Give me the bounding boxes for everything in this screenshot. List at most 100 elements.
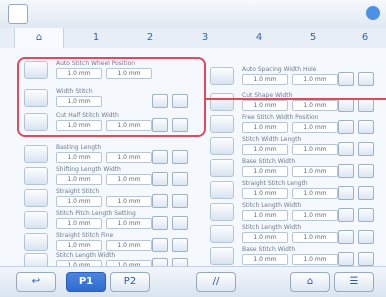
settings-button[interactable] (338, 164, 354, 178)
tab-3[interactable]: 3 (181, 28, 229, 48)
value-field[interactable]: 1.0 mm (292, 100, 338, 111)
settings-button[interactable] (152, 194, 168, 208)
settings-icon[interactable] (8, 4, 28, 24)
highlight-connector (206, 98, 386, 100)
image-button[interactable] (358, 164, 374, 178)
tab-home[interactable]: ⌂ (14, 28, 64, 48)
value-field[interactable]: 1.0 mm (292, 210, 338, 221)
value-field[interactable]: 1.0 mm (242, 210, 288, 221)
value-field[interactable]: 1.0 mm (242, 254, 288, 265)
page-1-button[interactable]: P1 (66, 272, 106, 292)
image-button[interactable] (358, 252, 374, 266)
settings-button[interactable] (338, 230, 354, 244)
value-field[interactable]: 1.0 mm (292, 122, 338, 133)
item-title: Auto Spacing Width Hole (242, 66, 317, 73)
setting-icon (24, 211, 48, 229)
tab-4[interactable]: 4 (235, 28, 283, 48)
setting-icon (210, 181, 234, 199)
setting-icon (210, 67, 234, 85)
settings-button[interactable] (152, 216, 168, 230)
value-field[interactable]: 1.0 mm (106, 196, 152, 207)
left-item-7: Straight Stitch Fine 1.0 mm 1.0 mm (24, 232, 194, 252)
tab-5[interactable]: 5 (289, 28, 337, 48)
value-field[interactable]: 1.0 mm (242, 100, 288, 111)
item-title: Stitch Pitch Length Setting (56, 210, 136, 217)
item-title: Stitch Length Width (56, 252, 116, 259)
setting-icon (24, 167, 48, 185)
value-field[interactable]: 1.0 mm (106, 174, 152, 185)
setting-icon (210, 203, 234, 221)
info-icon[interactable] (366, 6, 380, 20)
image-button[interactable] (358, 186, 374, 200)
settings-button[interactable] (338, 98, 354, 112)
value-field[interactable]: 1.0 mm (106, 218, 152, 229)
value-field[interactable]: 1.0 mm (56, 196, 102, 207)
right-item-0: Auto Spacing Width Hole 1.0 mm 1.0 mm (210, 66, 380, 86)
top-bar (0, 0, 386, 29)
value-field[interactable]: 1.0 mm (242, 144, 288, 155)
highlight-box (17, 57, 206, 137)
value-field[interactable]: 1.0 mm (292, 166, 338, 177)
tab-1[interactable]: 1 (72, 28, 120, 48)
image-button[interactable] (358, 72, 374, 86)
value-field[interactable]: 1.0 mm (292, 74, 338, 85)
item-title: Straight Stitch Length (242, 180, 308, 187)
settings-button[interactable] (338, 120, 354, 134)
right-item-2: Free Stitch Width Position 1.0 mm 1.0 mm (210, 114, 380, 134)
value-field[interactable]: 1.0 mm (106, 240, 152, 251)
left-item-4: Shifting Length Width 1.0 mm 1.0 mm (24, 166, 194, 186)
right-item-7: Stitch Length Width 1.0 mm 1.0 mm (210, 224, 380, 244)
value-field[interactable]: 1.0 mm (106, 152, 152, 163)
settings-button[interactable] (338, 186, 354, 200)
image-button[interactable] (172, 238, 188, 252)
image-button[interactable] (172, 194, 188, 208)
setting-icon (24, 233, 48, 251)
image-button[interactable] (172, 216, 188, 230)
value-field[interactable]: 1.0 mm (56, 174, 102, 185)
setting-icon (210, 137, 234, 155)
image-button[interactable] (172, 150, 188, 164)
settings-button[interactable] (338, 208, 354, 222)
value-field[interactable]: 1.0 mm (292, 232, 338, 243)
left-item-6: Stitch Pitch Length Setting 1.0 mm 1.0 m… (24, 210, 194, 230)
image-button[interactable] (358, 230, 374, 244)
image-button[interactable] (358, 208, 374, 222)
value-field[interactable]: 1.0 mm (242, 166, 288, 177)
setting-icon (24, 189, 48, 207)
settings-button[interactable] (338, 252, 354, 266)
item-title: Base Stitch Width (242, 246, 296, 253)
setting-icon (210, 159, 234, 177)
page-2-button[interactable]: P2 (110, 272, 150, 292)
item-title: Straight Stitch Fine (56, 232, 114, 239)
back-button[interactable]: ↩ (16, 272, 56, 292)
value-field[interactable]: 1.0 mm (292, 144, 338, 155)
tab-6[interactable]: 6 (341, 28, 386, 48)
value-field[interactable]: 1.0 mm (292, 188, 338, 199)
setting-icon (210, 93, 234, 111)
settings-button[interactable] (338, 72, 354, 86)
value-field[interactable]: 1.0 mm (242, 188, 288, 199)
image-button[interactable] (358, 98, 374, 112)
settings-button[interactable] (338, 142, 354, 156)
image-button[interactable] (358, 120, 374, 134)
value-field[interactable]: 1.0 mm (56, 218, 102, 229)
tab-2[interactable]: 2 (126, 28, 174, 48)
menu-button[interactable]: ☰ (334, 272, 374, 292)
image-button[interactable] (358, 142, 374, 156)
value-field[interactable]: 1.0 mm (242, 232, 288, 243)
value-field[interactable]: 1.0 mm (242, 122, 288, 133)
bottom-bar: ↩ P1 P2 // ⌂ ☰ (0, 266, 386, 297)
pattern-button[interactable]: // (196, 272, 236, 292)
right-item-8: Base Stitch Width 1.0 mm 1.0 mm (210, 246, 380, 266)
settings-button[interactable] (152, 150, 168, 164)
image-button[interactable] (172, 172, 188, 186)
left-item-5: Straight Stitch 1.0 mm 1.0 mm (24, 188, 194, 208)
settings-button[interactable] (152, 238, 168, 252)
value-field[interactable]: 1.0 mm (292, 254, 338, 265)
value-field[interactable]: 1.0 mm (56, 152, 102, 163)
value-field[interactable]: 1.0 mm (56, 240, 102, 251)
home-button[interactable]: ⌂ (290, 272, 330, 292)
settings-button[interactable] (152, 172, 168, 186)
item-title: Stitch Length Width (242, 202, 302, 209)
value-field[interactable]: 1.0 mm (242, 74, 288, 85)
